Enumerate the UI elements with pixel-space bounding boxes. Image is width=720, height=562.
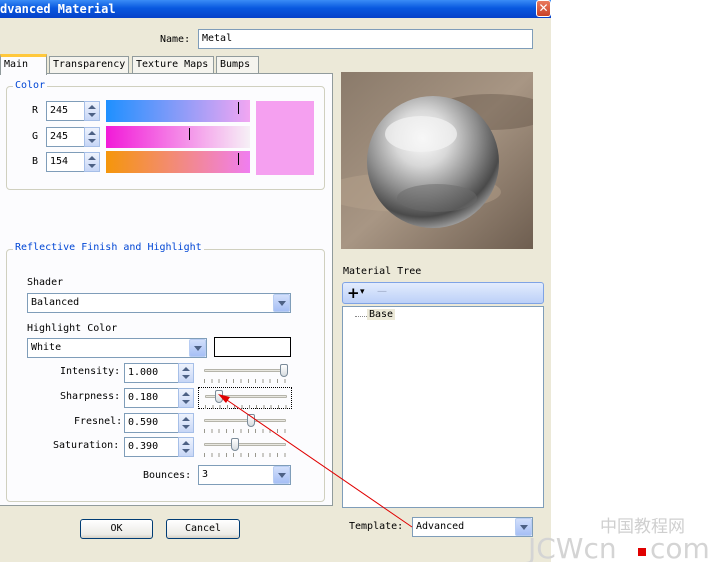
watermark-jcwcn: JCWcn (526, 532, 617, 562)
watermark-dot (638, 548, 646, 556)
watermark-com: com (650, 532, 710, 562)
tab-main[interactable]: Main (0, 54, 47, 75)
annotation-arrow (218, 394, 413, 528)
watermark: 中国教程网 JCWcn com (526, 517, 710, 562)
